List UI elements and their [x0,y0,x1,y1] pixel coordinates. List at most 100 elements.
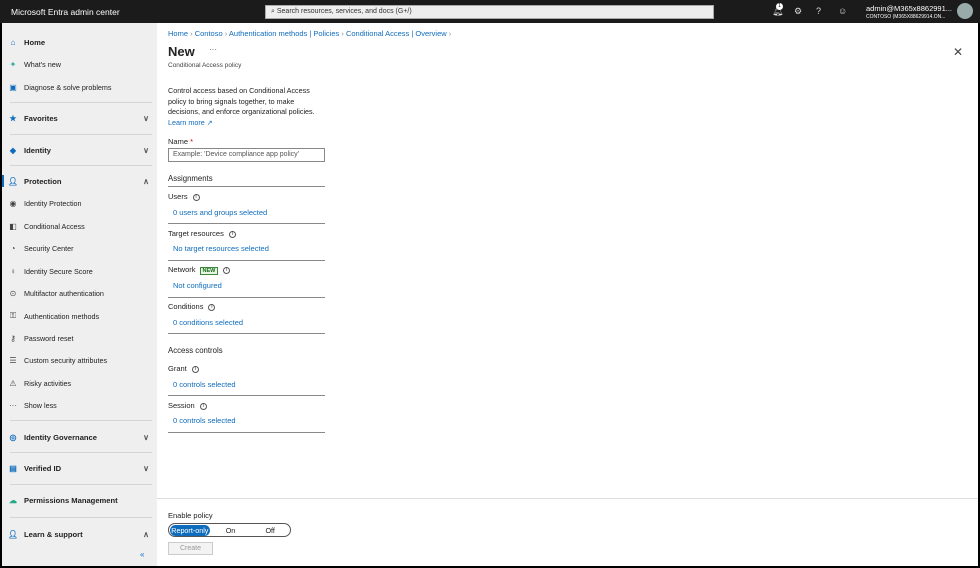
more-options-button[interactable]: ··· [209,45,217,54]
divider [168,395,325,396]
notification-badge: 1 [776,3,783,10]
avatar[interactable] [957,3,973,19]
sidebar-item-favorites[interactable]: ★ Favorites ∨ [2,109,157,127]
info-icon[interactable]: i [208,303,216,311]
info-icon[interactable]: i [223,266,231,274]
shield-icon: ◉ [9,198,17,208]
conditions-link[interactable]: 0 conditions selected [173,318,243,327]
help-icon[interactable]: ? [816,6,821,16]
sidebar-item-identity-protection[interactable]: ◉ Identity Protection [2,194,157,212]
policy-name-input[interactable]: Example: 'Device compliance app policy' [168,148,325,162]
support-icon: 👤︎ [7,529,19,539]
label: Identity [24,145,52,155]
app-title[interactable]: Microsoft Entra admin center [11,7,120,17]
sidebar: ⌂ Home ✦ What's new ▣ Diagnose & solve prob… [2,23,157,566]
home-icon: ⌂ [10,37,16,47]
close-icon[interactable]: ✕ [953,45,963,59]
sidebar-item-custom-attributes[interactable]: ☰ Custom security attributes [2,351,157,369]
gear-icon[interactable]: ⚙ [794,6,802,17]
enable-policy-label: Enable policy [168,511,213,520]
target-resources-link[interactable]: No target resources selected [173,244,269,253]
sidebar-item-auth-methods[interactable]: ⚿ Authentication methods [2,307,157,325]
label: Network [168,265,196,274]
option-report-only[interactable]: Report-only [170,524,210,536]
desc-line: policy to bring signals together, to mak… [168,96,295,106]
breadcrumb-ca-overview[interactable]: Conditional Access | Overview [346,29,447,38]
sidebar-item-permissions[interactable]: ☁ Permissions Management [2,491,157,509]
label: Password reset [24,333,74,343]
external-link-icon: ↗ [206,117,213,127]
info-icon[interactable]: i [199,402,207,410]
sidebar-item-verified-id[interactable]: ▤ Verified ID ∨ [2,459,157,477]
label: Conditions [168,302,204,311]
network-link[interactable]: Not configured [173,281,222,290]
info-icon[interactable]: i [191,365,199,373]
divider [10,517,152,518]
label: Custom security attributes [24,355,108,365]
main-panel: Home › Contoso › Authentication methods … [157,23,978,566]
award-icon: ♀ [10,266,16,276]
more-icon: ··· [9,400,17,410]
breadcrumb-home[interactable]: Home [168,29,188,38]
breadcrumb-contoso[interactable]: Contoso [195,29,223,38]
key-icon: ⚷ [10,333,16,343]
users-selection-link[interactable]: 0 users and groups selected [173,208,267,217]
label: Target resources [168,229,224,238]
option-on[interactable]: On [211,526,251,535]
sidebar-item-mfa[interactable]: ⊙ Multifactor authentication [2,284,157,302]
sidebar-item-diagnose[interactable]: ▣ Diagnose & solve problems [2,78,157,96]
chevron-down-icon: ∨ [143,463,149,473]
divider [10,484,152,485]
sidebar-item-secure-score[interactable]: ♀ Identity Secure Score [2,262,157,280]
id-card-icon: ▤ [9,463,17,473]
sidebar-item-home[interactable]: ⌂ Home [2,33,157,51]
label: What's new [24,59,61,69]
feedback-icon[interactable]: ☺ [838,6,847,16]
divider [168,186,325,187]
label: Users [168,192,188,201]
new-badge: NEW [199,267,219,275]
sidebar-item-risky-activities[interactable]: ⚠ Risky activities [2,374,157,392]
label: Permissions Management [24,495,118,505]
sidebar-item-protection[interactable]: 👤︎ Protection ∧ [2,172,157,190]
label: Session [168,401,195,410]
page-subtitle: Conditional Access policy [168,62,242,69]
users-label: Users i [168,192,200,201]
security-center-icon: ◔ [10,243,16,253]
sidebar-item-identity-governance[interactable]: ◎ Identity Governance ∨ [2,428,157,446]
search-input[interactable]: ⌕ Search resources, services, and docs (… [265,5,714,19]
label: Name [168,137,189,146]
identity-icon: ◆ [9,145,17,155]
grant-link[interactable]: 0 controls selected [173,380,236,389]
info-icon[interactable]: i [228,230,236,238]
chevron-down-icon: ∨ [143,113,149,123]
label: Learn & support [24,529,83,539]
chevron-down-icon: ∨ [143,145,149,155]
create-button[interactable]: Create [168,542,213,555]
sidebar-show-less[interactable]: ··· Show less [2,396,157,414]
enable-policy-toggle[interactable]: Report-only On Off [168,523,291,537]
account-menu[interactable]: admin@M365x8862991... CONTOSO (M365X88629… [866,4,952,22]
session-link[interactable]: 0 controls selected [173,416,236,425]
access-controls-heading: Access controls [168,346,223,355]
collapse-sidebar-button[interactable]: « [140,550,144,559]
sidebar-item-password-reset[interactable]: ⚷ Password reset [2,329,157,347]
sidebar-item-identity[interactable]: ◆ Identity ∨ [2,141,157,159]
divider [10,420,152,421]
divider [168,223,325,224]
divider [10,134,152,135]
sparkle-icon: ✦ [9,59,17,69]
sidebar-item-whats-new[interactable]: ✦ What's new [2,55,157,73]
sidebar-item-learn-support[interactable]: 👤︎ Learn & support ∧ [2,525,157,543]
protection-icon: 👤︎ [7,176,19,186]
learn-more-link[interactable]: Learn more ↗ [168,118,315,129]
divider [168,297,325,298]
mfa-icon: ⊙ [9,288,17,298]
sidebar-item-conditional-access[interactable]: ◧ Conditional Access [2,217,157,235]
breadcrumb-auth-methods[interactable]: Authentication methods | Policies [229,29,339,38]
info-icon[interactable]: i [192,193,200,201]
search-placeholder: Search resources, services, and docs (G+… [276,8,412,15]
tenant-name: CONTOSO (M365X88629914.ON... [866,14,946,20]
sidebar-item-security-center[interactable]: ◔ Security Center [2,239,157,257]
option-off[interactable]: Off [250,526,290,535]
